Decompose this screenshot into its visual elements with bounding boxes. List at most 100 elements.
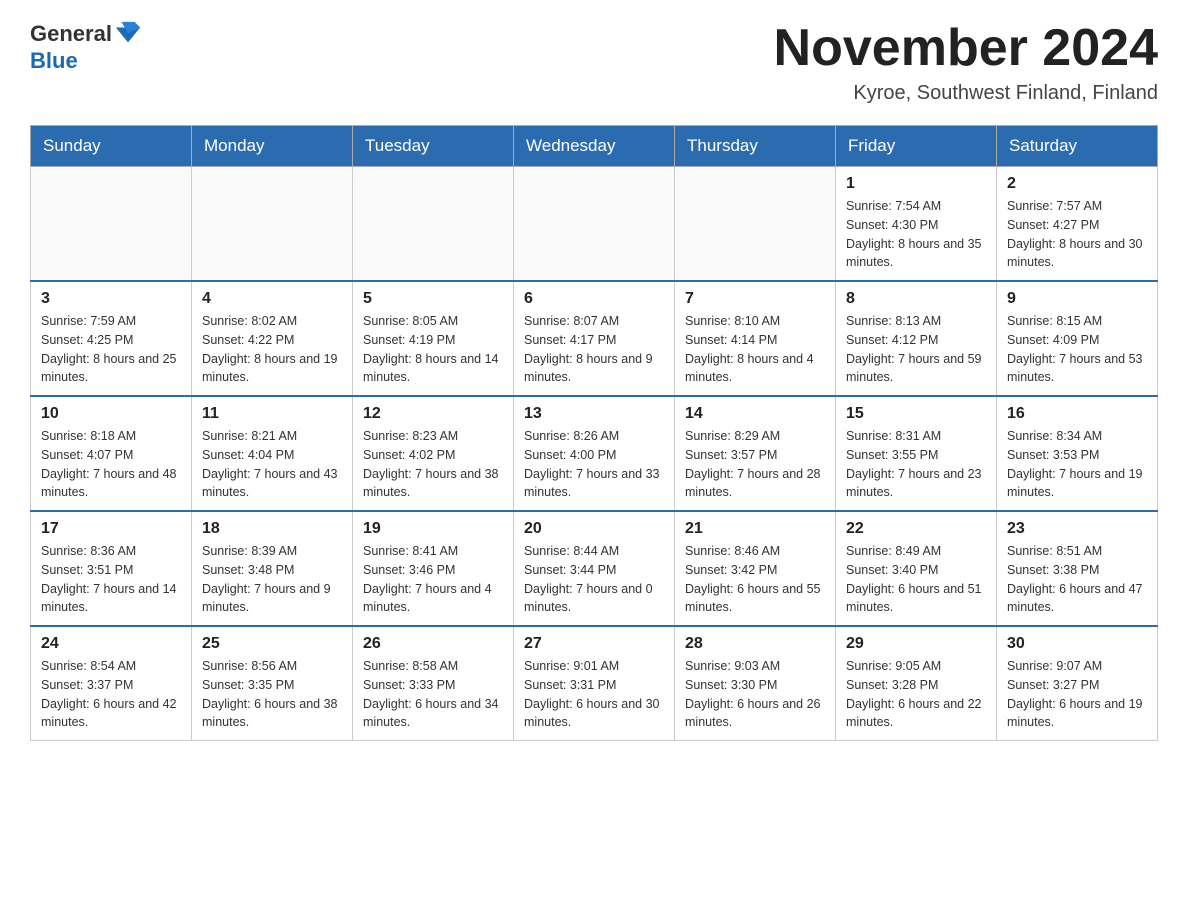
weekday-header-sunday: Sunday <box>31 126 192 167</box>
day-number: 21 <box>685 520 825 538</box>
day-number: 20 <box>524 520 664 538</box>
day-info: Sunrise: 8:29 AMSunset: 3:57 PMDaylight:… <box>685 427 825 502</box>
calendar-day-cell <box>514 167 675 282</box>
calendar-table: SundayMondayTuesdayWednesdayThursdayFrid… <box>30 125 1158 741</box>
calendar-week-row: 17 Sunrise: 8:36 AMSunset: 3:51 PMDayligh… <box>31 511 1158 626</box>
calendar-week-row: 10Sunrise: 8:18 AMSunset: 4:07 PMDayligh… <box>31 396 1158 511</box>
day-info: Sunrise: 8:46 AMSunset: 3:42 PMDaylight:… <box>685 542 825 617</box>
day-number: 15 <box>846 405 986 423</box>
day-info: Sunrise: 9:03 AMSunset: 3:30 PMDaylight:… <box>685 657 825 732</box>
day-info: Sunrise: 9:01 AMSunset: 3:31 PMDaylight:… <box>524 657 664 732</box>
day-info: Sunrise: 8:56 AMSunset: 3:35 PMDaylight:… <box>202 657 342 732</box>
day-number: 27 <box>524 635 664 653</box>
day-number: 4 <box>202 290 342 308</box>
calendar-week-row: 24 Sunrise: 8:54 AMSunset: 3:37 PMDayligh… <box>31 626 1158 741</box>
calendar-day-cell: 22 Sunrise: 8:49 AMSunset: 3:40 PMDayligh… <box>836 511 997 626</box>
day-info: Sunrise: 8:39 AMSunset: 3:48 PMDaylight:… <box>202 542 342 617</box>
calendar-week-row: 3 Sunrise: 7:59 AMSunset: 4:25 PMDaylight… <box>31 281 1158 396</box>
calendar-day-cell <box>675 167 836 282</box>
day-number: 16 <box>1007 405 1147 423</box>
calendar-day-cell: 16Sunrise: 8:34 AMSunset: 3:53 PMDayligh… <box>997 396 1158 511</box>
day-info: Sunrise: 8:07 AMSunset: 4:17 PMDaylight:… <box>524 312 664 387</box>
calendar-day-cell: 13 Sunrise: 8:26 AMSunset: 4:00 PMDayligh… <box>514 396 675 511</box>
calendar-day-cell: 26 Sunrise: 8:58 AMSunset: 3:33 PMDayligh… <box>353 626 514 741</box>
calendar-day-cell: 1 Sunrise: 7:54 AMSunset: 4:30 PMDaylight… <box>836 167 997 282</box>
calendar-day-cell: 30 Sunrise: 9:07 AMSunset: 3:27 PMDayligh… <box>997 626 1158 741</box>
day-number: 17 <box>41 520 181 538</box>
logo-blue-text: Blue <box>30 48 78 74</box>
calendar-day-cell: 6 Sunrise: 8:07 AMSunset: 4:17 PMDaylight… <box>514 281 675 396</box>
day-number: 6 <box>524 290 664 308</box>
day-number: 11 <box>202 405 342 423</box>
day-number: 8 <box>846 290 986 308</box>
day-info: Sunrise: 9:05 AMSunset: 3:28 PMDaylight:… <box>846 657 986 732</box>
calendar-day-cell: 3 Sunrise: 7:59 AMSunset: 4:25 PMDaylight… <box>31 281 192 396</box>
day-info: Sunrise: 8:23 AMSunset: 4:02 PMDaylight:… <box>363 427 503 502</box>
calendar-day-cell <box>192 167 353 282</box>
day-info: Sunrise: 8:13 AMSunset: 4:12 PMDaylight:… <box>846 312 986 387</box>
day-info: Sunrise: 8:02 AMSunset: 4:22 PMDaylight:… <box>202 312 342 387</box>
title-section: November 2024 Kyroe, Southwest Finland, … <box>774 20 1158 105</box>
day-number: 2 <box>1007 175 1147 193</box>
day-info: Sunrise: 8:49 AMSunset: 3:40 PMDaylight:… <box>846 542 986 617</box>
day-number: 9 <box>1007 290 1147 308</box>
day-number: 28 <box>685 635 825 653</box>
day-number: 3 <box>41 290 181 308</box>
calendar-day-cell: 8 Sunrise: 8:13 AMSunset: 4:12 PMDaylight… <box>836 281 997 396</box>
day-number: 19 <box>363 520 503 538</box>
day-info: Sunrise: 8:36 AMSunset: 3:51 PMDaylight:… <box>41 542 181 617</box>
calendar-day-cell: 11Sunrise: 8:21 AMSunset: 4:04 PMDayligh… <box>192 396 353 511</box>
weekday-header-tuesday: Tuesday <box>353 126 514 167</box>
day-info: Sunrise: 8:51 AMSunset: 3:38 PMDaylight:… <box>1007 542 1147 617</box>
calendar-day-cell: 2 Sunrise: 7:57 AMSunset: 4:27 PMDaylight… <box>997 167 1158 282</box>
day-info: Sunrise: 8:26 AMSunset: 4:00 PMDaylight:… <box>524 427 664 502</box>
day-info: Sunrise: 7:57 AMSunset: 4:27 PMDaylight:… <box>1007 197 1147 272</box>
calendar-day-cell: 4 Sunrise: 8:02 AMSunset: 4:22 PMDaylight… <box>192 281 353 396</box>
calendar-day-cell: 14 Sunrise: 8:29 AMSunset: 3:57 PMDayligh… <box>675 396 836 511</box>
location-text: Kyroe, Southwest Finland, Finland <box>774 82 1158 105</box>
calendar-day-cell: 23Sunrise: 8:51 AMSunset: 3:38 PMDayligh… <box>997 511 1158 626</box>
day-info: Sunrise: 8:58 AMSunset: 3:33 PMDaylight:… <box>363 657 503 732</box>
day-number: 14 <box>685 405 825 423</box>
calendar-day-cell <box>353 167 514 282</box>
logo-general-text: General <box>30 21 112 47</box>
day-info: Sunrise: 9:07 AMSunset: 3:27 PMDaylight:… <box>1007 657 1147 732</box>
calendar-day-cell: 5 Sunrise: 8:05 AMSunset: 4:19 PMDaylight… <box>353 281 514 396</box>
day-info: Sunrise: 8:31 AMSunset: 3:55 PMDaylight:… <box>846 427 986 502</box>
calendar-day-cell: 10Sunrise: 8:18 AMSunset: 4:07 PMDayligh… <box>31 396 192 511</box>
month-title: November 2024 <box>774 20 1158 77</box>
day-info: Sunrise: 8:05 AMSunset: 4:19 PMDaylight:… <box>363 312 503 387</box>
day-info: Sunrise: 7:54 AMSunset: 4:30 PMDaylight:… <box>846 197 986 272</box>
calendar-day-cell: 25 Sunrise: 8:56 AMSunset: 3:35 PMDayligh… <box>192 626 353 741</box>
weekday-header-friday: Friday <box>836 126 997 167</box>
calendar-day-cell <box>31 167 192 282</box>
day-info: Sunrise: 8:41 AMSunset: 3:46 PMDaylight:… <box>363 542 503 617</box>
day-number: 24 <box>41 635 181 653</box>
calendar-day-cell: 21 Sunrise: 8:46 AMSunset: 3:42 PMDayligh… <box>675 511 836 626</box>
calendar-day-cell: 24 Sunrise: 8:54 AMSunset: 3:37 PMDayligh… <box>31 626 192 741</box>
day-number: 25 <box>202 635 342 653</box>
calendar-header-row: SundayMondayTuesdayWednesdayThursdayFrid… <box>31 126 1158 167</box>
day-number: 5 <box>363 290 503 308</box>
day-number: 30 <box>1007 635 1147 653</box>
day-info: Sunrise: 8:15 AMSunset: 4:09 PMDaylight:… <box>1007 312 1147 387</box>
day-number: 13 <box>524 405 664 423</box>
calendar-day-cell: 17 Sunrise: 8:36 AMSunset: 3:51 PMDayligh… <box>31 511 192 626</box>
calendar-day-cell: 15 Sunrise: 8:31 AMSunset: 3:55 PMDayligh… <box>836 396 997 511</box>
day-number: 7 <box>685 290 825 308</box>
calendar-day-cell: 29Sunrise: 9:05 AMSunset: 3:28 PMDayligh… <box>836 626 997 741</box>
logo: General Blue <box>30 20 142 74</box>
day-number: 1 <box>846 175 986 193</box>
weekday-header-thursday: Thursday <box>675 126 836 167</box>
day-number: 26 <box>363 635 503 653</box>
day-info: Sunrise: 7:59 AMSunset: 4:25 PMDaylight:… <box>41 312 181 387</box>
day-number: 18 <box>202 520 342 538</box>
weekday-header-saturday: Saturday <box>997 126 1158 167</box>
day-info: Sunrise: 8:44 AMSunset: 3:44 PMDaylight:… <box>524 542 664 617</box>
calendar-day-cell: 12Sunrise: 8:23 AMSunset: 4:02 PMDayligh… <box>353 396 514 511</box>
calendar-day-cell: 18 Sunrise: 8:39 AMSunset: 3:48 PMDayligh… <box>192 511 353 626</box>
day-number: 22 <box>846 520 986 538</box>
day-info: Sunrise: 8:54 AMSunset: 3:37 PMDaylight:… <box>41 657 181 732</box>
day-info: Sunrise: 8:18 AMSunset: 4:07 PMDaylight:… <box>41 427 181 502</box>
calendar-day-cell: 7Sunrise: 8:10 AMSunset: 4:14 PMDaylight… <box>675 281 836 396</box>
